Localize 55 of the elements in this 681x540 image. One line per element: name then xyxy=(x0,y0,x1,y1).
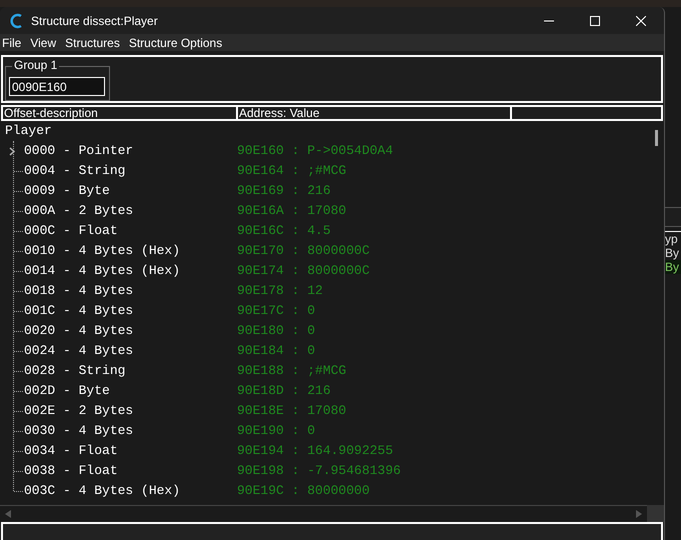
address-value: 90E19C : 80000000 xyxy=(237,482,370,500)
address-value: 90E17C : 0 xyxy=(237,302,316,320)
address-value: 90E174 : 8000000C xyxy=(237,262,370,280)
address-value: 90E16C : 4.5 xyxy=(237,222,331,240)
address-value: 90E194 : 164.9092255 xyxy=(237,442,394,460)
address-value: 90E178 : 12 xyxy=(237,282,323,300)
offset-description[interactable]: 0028 - String xyxy=(24,361,237,381)
background-row-text: By xyxy=(665,260,681,274)
offset-description[interactable]: 000A - 2 Bytes xyxy=(24,201,237,221)
scrollbar-corner xyxy=(647,505,664,522)
offset-description[interactable]: 0034 - Float xyxy=(24,441,237,461)
address-value: 90E164 : ;#MCG xyxy=(237,162,346,180)
address-value: 90E198 : -7.954681396 xyxy=(237,462,401,480)
address-value: 90E190 : 0 xyxy=(237,422,316,440)
offset-description[interactable]: 0018 - 4 Bytes xyxy=(24,281,237,301)
background-column-header: yp xyxy=(665,231,681,246)
menu-item[interactable]: View xyxy=(28,36,58,48)
offset-description[interactable]: 0038 - Float xyxy=(24,461,237,481)
offset-description[interactable]: 0004 - String xyxy=(24,161,237,181)
maximize-icon xyxy=(590,16,600,26)
column-header[interactable]: Address: Value xyxy=(238,107,512,119)
close-icon xyxy=(636,16,646,26)
window-title: Structure dissect:Player xyxy=(31,12,158,30)
address-value: 90E160 : P->0054D0A4 xyxy=(237,142,394,160)
offset-description[interactable]: 002D - Byte xyxy=(24,381,237,401)
offset-description[interactable]: 0014 - 4 Bytes (Hex) xyxy=(24,261,237,281)
tree-root[interactable]: Player xyxy=(0,121,664,141)
offset-description[interactable]: 000C - Float xyxy=(24,221,237,241)
offset-description[interactable]: 0020 - 4 Bytes xyxy=(24,321,237,341)
address-value: 90E184 : 0 xyxy=(237,342,316,360)
offset-description[interactable]: 002E - 2 Bytes xyxy=(24,401,237,421)
menu-item[interactable]: Structure Options xyxy=(126,36,224,48)
address-value: 90E16A : 17080 xyxy=(237,202,346,220)
address-value: 90E180 : 0 xyxy=(237,322,316,340)
address-value: 90E170 : 8000000C xyxy=(237,242,370,260)
menu-item[interactable]: Structures xyxy=(63,36,122,48)
vertical-scrollbar-thumb[interactable] xyxy=(655,130,658,146)
offset-description[interactable]: 0010 - 4 Bytes (Hex) xyxy=(24,241,237,261)
address-value: 90E188 : ;#MCG xyxy=(237,362,346,380)
expand-chevron-icon[interactable] xyxy=(9,146,16,156)
group-label: Group 1 xyxy=(12,59,60,71)
offset-description[interactable]: 0030 - 4 Bytes xyxy=(24,421,237,441)
address-value: 90E18E : 17080 xyxy=(237,402,346,420)
offset-description[interactable]: 001C - 4 Bytes xyxy=(24,301,237,321)
offset-description[interactable]: 0024 - 4 Bytes xyxy=(24,341,237,361)
address-value: 90E169 : 216 xyxy=(237,182,331,200)
offset-description[interactable]: 0009 - Byte xyxy=(24,181,237,201)
column-header[interactable]: Offset-description xyxy=(3,107,238,119)
address-value: 90E18D : 216 xyxy=(237,382,331,400)
menu-item[interactable]: File xyxy=(0,36,24,48)
background-row-text: By xyxy=(665,246,680,260)
offset-description[interactable]: 003C - 4 Bytes (Hex) xyxy=(24,481,237,501)
offset-description[interactable]: 0000 - Pointer xyxy=(24,141,237,161)
address-field[interactable]: 0090E160 xyxy=(9,77,105,96)
bottom-field[interactable] xyxy=(1,522,663,540)
